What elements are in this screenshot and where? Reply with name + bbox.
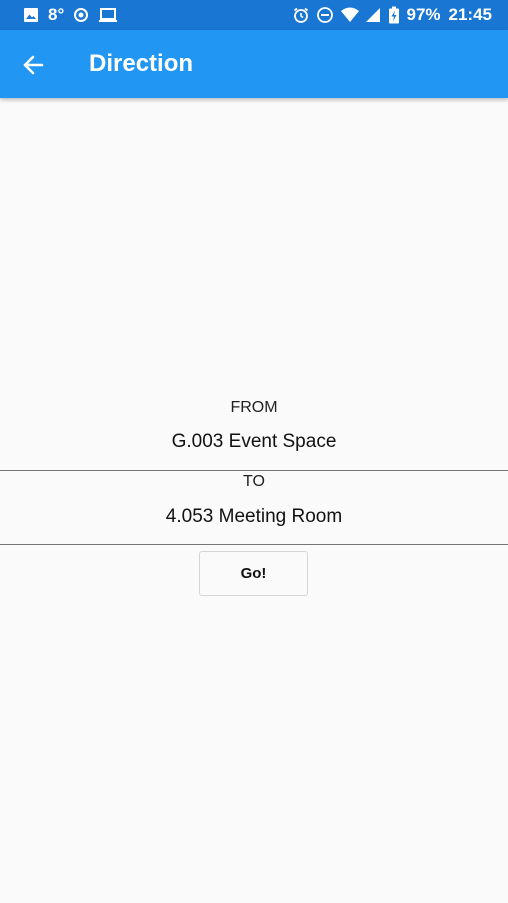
do-not-disturb-icon	[316, 6, 334, 24]
from-field[interactable]: G.003 Event Space	[0, 420, 508, 471]
to-label: TO	[243, 473, 265, 490]
arrow-back-icon	[21, 53, 45, 77]
battery-charging-icon	[388, 6, 400, 24]
battery-percent: 97%	[406, 5, 441, 24]
direction-form: FROM G.003 Event Space TO 4.053 Meeting …	[0, 396, 508, 545]
from-value: G.003 Event Space	[171, 431, 337, 452]
status-bar: 8° 97% 21:45	[0, 0, 508, 30]
to-field[interactable]: 4.053 Meeting Room	[0, 493, 508, 545]
signal-icon	[364, 6, 382, 24]
record-icon	[72, 6, 90, 24]
page-title: Direction	[89, 50, 194, 77]
from-label: FROM	[230, 399, 278, 416]
to-value: 4.053 Meeting Room	[165, 506, 343, 527]
status-bar-right: 97% 21:45	[292, 0, 492, 30]
alarm-icon	[292, 6, 310, 24]
clock: 21:45	[448, 5, 492, 24]
app-bar: Direction	[0, 30, 508, 98]
laptop-icon	[98, 6, 118, 24]
image-icon	[22, 6, 40, 24]
wifi-icon	[340, 6, 360, 24]
temperature-text: 8°	[48, 5, 65, 24]
status-bar-left: 8°	[22, 0, 118, 30]
back-button[interactable]	[18, 50, 48, 80]
go-button[interactable]: Go!	[199, 551, 308, 596]
